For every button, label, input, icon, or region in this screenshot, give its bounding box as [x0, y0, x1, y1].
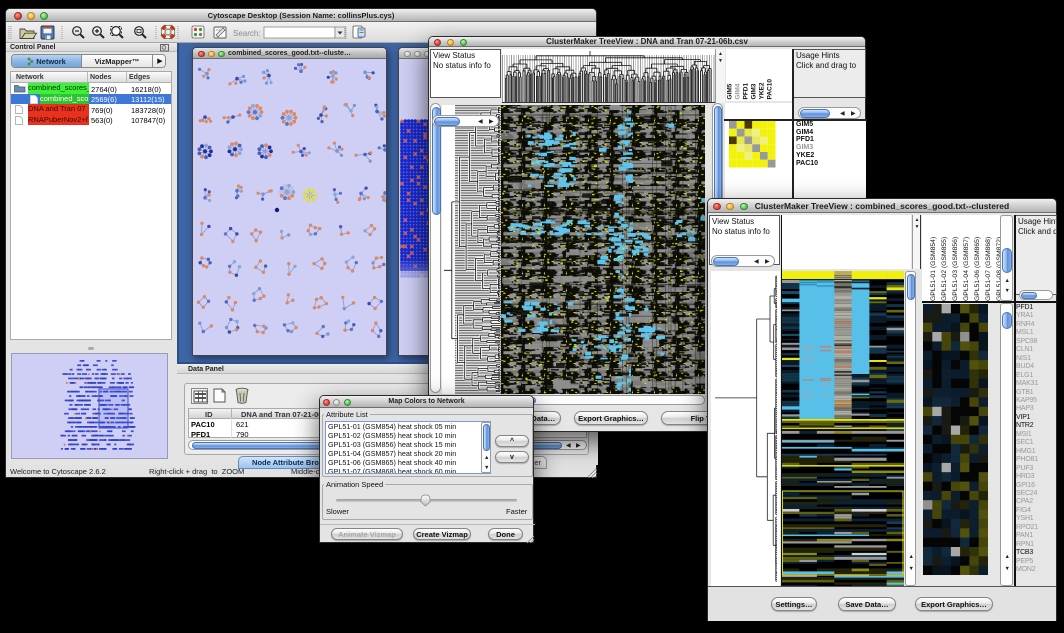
- svg-text:Search:: Search:: [233, 29, 261, 38]
